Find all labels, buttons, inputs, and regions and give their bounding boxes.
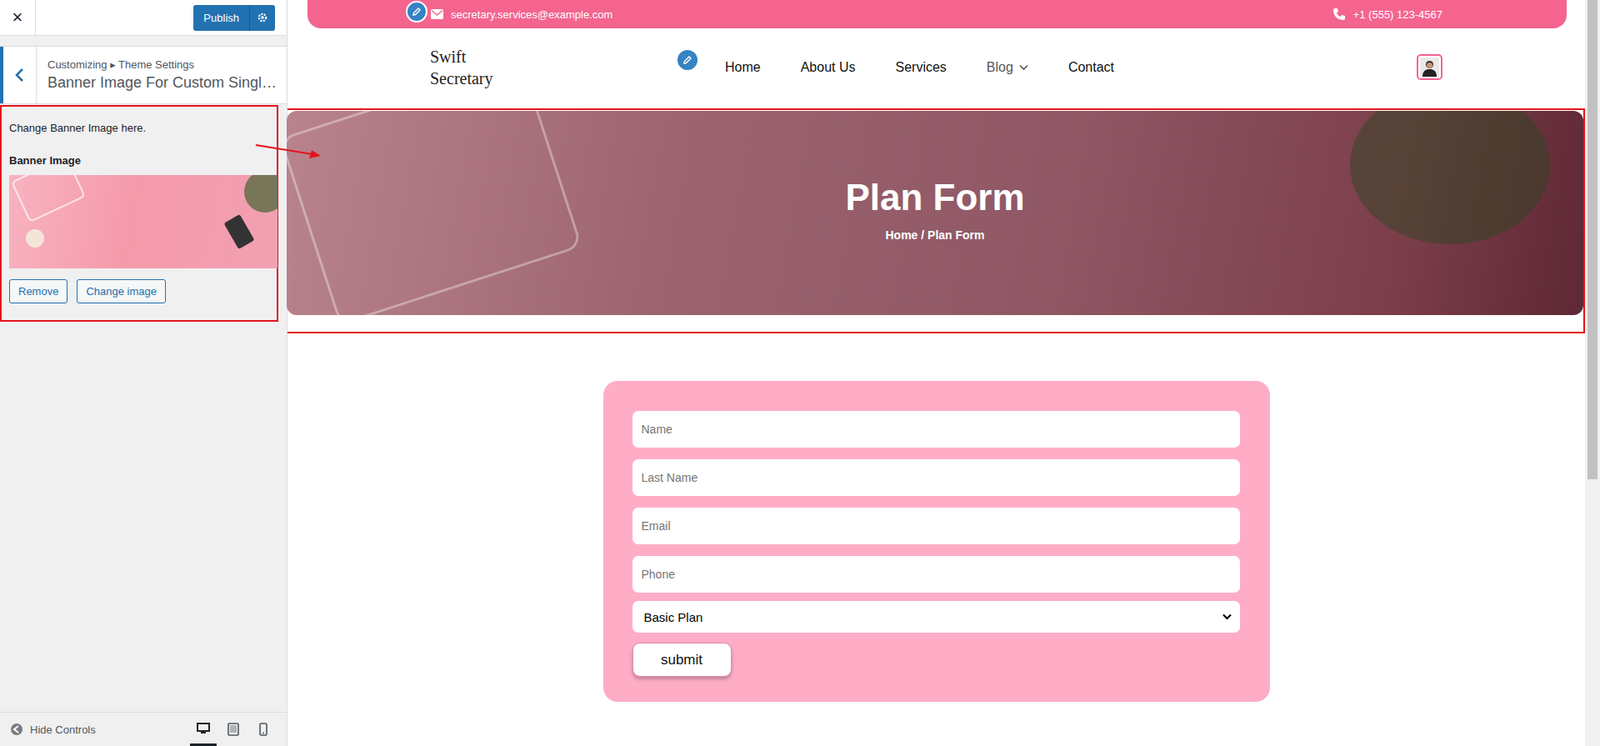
thumb-shape [244, 175, 278, 213]
logo-line: Secretary [430, 67, 676, 90]
scrollbar[interactable] [1585, 0, 1600, 746]
mobile-icon[interactable] [250, 712, 277, 746]
form-input[interactable] [632, 507, 1240, 545]
nav-label: Contact [1068, 60, 1115, 75]
site-preview: secretary.services@example.com +1 (555) 1… [287, 0, 1600, 746]
email-text[interactable]: secretary.services@example.com [450, 8, 613, 21]
close-button[interactable]: × [0, 0, 36, 36]
logo-line: Swift [430, 45, 676, 68]
remove-button[interactable]: Remove [9, 279, 68, 304]
tablet-icon[interactable] [220, 712, 247, 746]
customizer-header: × Publish [0, 0, 287, 36]
breadcrumb: Customizing ▸ Theme Settings [47, 58, 277, 71]
phone-text[interactable]: +1 (555) 123-4567 [1353, 8, 1443, 21]
section-title: Banner Image For Custom Singl… [47, 74, 277, 92]
gear-icon[interactable] [249, 5, 275, 31]
email-contact: secretary.services@example.com [430, 8, 613, 21]
scrollbar-thumb[interactable] [1587, 0, 1598, 480]
nav-item[interactable]: About Us [800, 60, 856, 75]
customizer-footer: Hide Controls [0, 711, 287, 746]
user-avatar-icon[interactable] [1416, 54, 1443, 80]
nav-item[interactable]: Blog [986, 60, 1029, 75]
change-image-button[interactable]: Change image [76, 279, 166, 304]
banner-thumbnail[interactable] [9, 175, 278, 269]
annotation-arrow-icon [254, 141, 323, 160]
thumb-shape [25, 229, 45, 248]
banner-highlight: Plan Form Home / Plan Form [285, 108, 1585, 334]
banner-shape [286, 110, 583, 315]
nav-label: Services [895, 60, 947, 75]
plan-select[interactable]: Basic Plan [632, 600, 1240, 633]
main-nav: Home About Us Services Blog Contact [725, 60, 1115, 75]
site-header: SwiftSecretary Home About Us Services Blog Co… [430, 28, 1443, 106]
section-heading: Customizing ▸ Theme Settings Banner Image… [36, 46, 277, 104]
customizer-panel: × Publish Customizing ▸ Theme Settings Bann… [0, 0, 288, 746]
page-title: Plan Form [845, 176, 1025, 219]
nav-item[interactable]: Contact [1068, 60, 1115, 75]
desktop-icon[interactable] [190, 712, 217, 746]
nav-label: About Us [800, 60, 856, 75]
publish-group: Publish [193, 5, 275, 31]
form-input[interactable] [632, 459, 1240, 496]
mail-icon [430, 9, 444, 20]
select-value: Basic Plan [644, 610, 704, 625]
section-header: Customizing ▸ Theme Settings Banner Image… [0, 45, 287, 105]
thumb-shape [223, 214, 255, 250]
banner-shape [1350, 110, 1550, 245]
edit-pencil-icon[interactable] [405, 0, 428, 23]
banner-control: Change Banner Image here. Banner Image Rem… [0, 105, 279, 322]
top-bar: secretary.services@example.com +1 (555) 1… [307, 0, 1567, 29]
form-input[interactable] [632, 410, 1240, 448]
page-breadcrumb[interactable]: Home / Plan Form [885, 228, 985, 242]
control-description: Change Banner Image here. [9, 121, 277, 135]
nav-label: Blog [986, 60, 1014, 75]
chevron-down-icon [1019, 64, 1029, 71]
form-input[interactable] [632, 555, 1240, 593]
nav-label: Home [725, 60, 761, 75]
page-banner: Plan Form Home / Plan Form [286, 110, 1584, 315]
nav-item[interactable]: Services [895, 60, 947, 75]
device-switcher [190, 712, 277, 746]
nav-item[interactable]: Home [725, 60, 761, 75]
submit-button[interactable]: submit [632, 642, 732, 677]
phone-icon [1332, 7, 1346, 21]
hide-controls[interactable]: Hide Controls [30, 723, 96, 736]
site-logo[interactable]: SwiftSecretary [430, 45, 676, 90]
chevron-down-icon [1222, 613, 1232, 620]
control-label: Banner Image [9, 154, 277, 167]
preview-content: secretary.services@example.com +1 (555) 1… [287, 0, 1585, 746]
phone-contact: +1 (555) 123-4567 [1332, 7, 1443, 21]
collapse-icon[interactable] [10, 722, 24, 736]
publish-button[interactable]: Publish [193, 5, 250, 31]
image-buttons: Remove Change image [9, 279, 277, 304]
edit-pencil-icon[interactable] [675, 48, 700, 72]
thumb-shape [10, 175, 86, 223]
back-arrow-icon[interactable] [0, 46, 37, 104]
plan-form: Basic Plan submit [603, 380, 1270, 702]
